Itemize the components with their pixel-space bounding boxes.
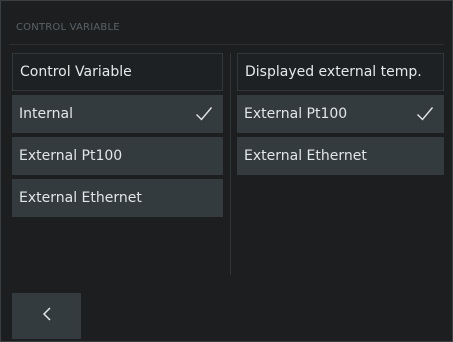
option-external-ethernet[interactable]: External Ethernet xyxy=(12,179,223,217)
chevron-left-icon xyxy=(41,306,53,326)
control-variable-panel: Control Variable Internal External Pt100… xyxy=(12,53,223,221)
option-label: External Ethernet xyxy=(19,190,142,206)
control-variable-screen: CONTROL VARIABLE Control Variable Intern… xyxy=(0,0,453,342)
control-variable-header: Control Variable xyxy=(12,53,223,91)
option-external-ethernet[interactable]: External Ethernet xyxy=(237,137,444,175)
back-button[interactable] xyxy=(12,293,81,339)
option-label: External Pt100 xyxy=(19,148,123,164)
checkmark-icon xyxy=(195,106,213,122)
option-label: External Ethernet xyxy=(244,148,367,164)
header-divider xyxy=(9,44,444,45)
option-external-pt100[interactable]: External Pt100 xyxy=(237,95,444,133)
displayed-external-temp-panel: Displayed external temp. External Pt100 … xyxy=(237,53,444,179)
column-divider xyxy=(230,53,231,275)
option-internal[interactable]: Internal xyxy=(12,95,223,133)
checkmark-icon xyxy=(416,106,434,122)
page-title: CONTROL VARIABLE xyxy=(16,22,120,33)
option-label: External Pt100 xyxy=(244,106,348,122)
option-external-pt100[interactable]: External Pt100 xyxy=(12,137,223,175)
option-label: Internal xyxy=(19,106,73,122)
displayed-external-temp-header: Displayed external temp. xyxy=(237,53,444,91)
